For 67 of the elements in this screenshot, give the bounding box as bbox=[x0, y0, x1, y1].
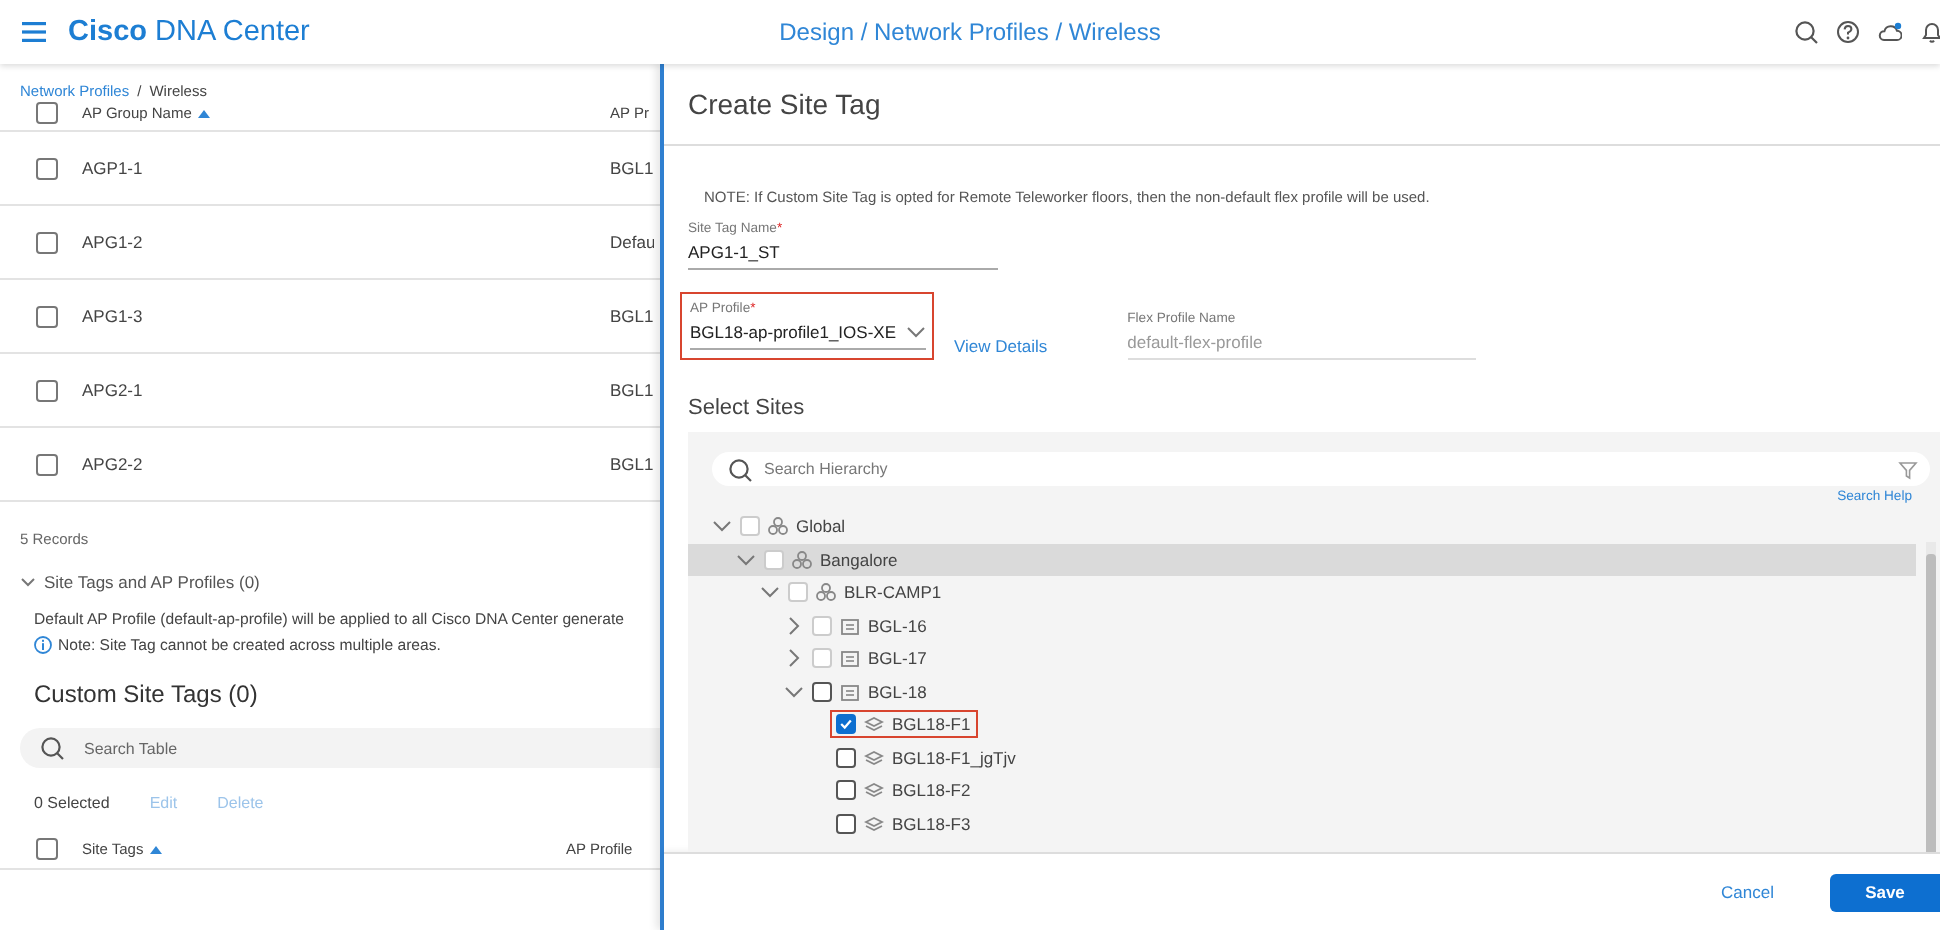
search-icon bbox=[40, 736, 64, 760]
checkbox[interactable] bbox=[36, 102, 58, 124]
tree-label: Bangalore bbox=[820, 549, 898, 570]
cloud-icon[interactable] bbox=[1878, 20, 1902, 44]
tree-label: BLR-CAMP1 bbox=[844, 582, 942, 603]
tree-label: BGL18-F1 bbox=[892, 714, 971, 735]
chevron-down-icon bbox=[906, 322, 926, 342]
table-cell: BGL1 bbox=[610, 306, 654, 326]
checkbox[interactable] bbox=[36, 305, 58, 327]
floor-icon bbox=[864, 780, 884, 801]
tree-label: BGL-18 bbox=[868, 681, 927, 702]
table-cell: BGL1 bbox=[610, 158, 654, 178]
panel-title: Create Site Tag bbox=[688, 88, 881, 120]
brand-name: Cisco bbox=[68, 16, 147, 48]
checkbox[interactable] bbox=[36, 453, 58, 475]
building-icon bbox=[840, 681, 860, 702]
save-button[interactable]: Save bbox=[1830, 873, 1940, 911]
selected-count: 0 Selected bbox=[34, 794, 110, 812]
search-icon bbox=[728, 457, 752, 481]
tree-label: BGL18-F2 bbox=[892, 780, 971, 801]
table-cell: APG2-1 bbox=[82, 380, 143, 400]
sites-icon bbox=[792, 549, 812, 570]
section-heading: Custom Site Tags (0) bbox=[34, 680, 258, 708]
bell-icon[interactable] bbox=[1920, 20, 1940, 44]
checkbox[interactable] bbox=[36, 837, 58, 859]
table-cell: BGL1 bbox=[610, 380, 654, 400]
chevron-down-icon[interactable] bbox=[20, 574, 36, 590]
cancel-button[interactable]: Cancel bbox=[1721, 882, 1774, 902]
building-icon bbox=[840, 615, 860, 636]
search-icon[interactable] bbox=[1794, 20, 1818, 44]
help-icon[interactable] bbox=[1836, 20, 1860, 44]
sites-icon bbox=[768, 516, 788, 537]
info-icon bbox=[34, 636, 52, 654]
section-title[interactable]: Site Tags and AP Profiles (0) bbox=[44, 572, 260, 592]
sort-up-icon bbox=[149, 843, 162, 853]
text-field[interactable]: APG1-1_ST bbox=[688, 242, 998, 270]
building-icon bbox=[840, 648, 860, 669]
sort-up-icon bbox=[197, 108, 210, 118]
tree-label: BGL-16 bbox=[868, 615, 927, 636]
table-cell: APG1-2 bbox=[82, 232, 143, 252]
table-cell: BGL1 bbox=[610, 454, 654, 474]
table-cell: APG1-3 bbox=[82, 306, 143, 326]
tree-label: BGL18-F1_jgTjv bbox=[892, 747, 1016, 768]
filter-icon bbox=[1898, 459, 1918, 479]
checkbox[interactable] bbox=[36, 157, 58, 179]
product-name: DNA Center bbox=[155, 16, 310, 48]
tree-label: BGL-17 bbox=[868, 648, 927, 669]
view-details-link[interactable]: View Details bbox=[954, 336, 1048, 356]
scrollbar[interactable] bbox=[1926, 542, 1936, 852]
search-field[interactable]: Search Hierarchy bbox=[712, 452, 1930, 486]
checkbox[interactable] bbox=[36, 231, 58, 253]
floor-icon bbox=[864, 747, 884, 768]
table-cell: Defau bbox=[610, 232, 654, 252]
table-cell: APG2-2 bbox=[82, 454, 143, 474]
page-title: Design / Network Profiles / Wireless bbox=[779, 18, 1161, 46]
checkmark-icon bbox=[838, 716, 854, 733]
floor-icon bbox=[864, 813, 884, 834]
checkbox[interactable] bbox=[36, 379, 58, 401]
tree-label: BGL18-F3 bbox=[892, 813, 971, 834]
dropdown-field[interactable]: BGL18-ap-profile1_IOS-XE bbox=[690, 322, 926, 350]
menu-icon[interactable] bbox=[20, 20, 48, 44]
table-cell: AGP1-1 bbox=[82, 158, 143, 178]
search-field[interactable]: Search Table bbox=[20, 728, 660, 768]
section-heading: Select Sites bbox=[688, 396, 805, 420]
tree-label: Global bbox=[796, 516, 846, 537]
sites-icon bbox=[816, 582, 836, 603]
floor-icon bbox=[864, 714, 884, 735]
